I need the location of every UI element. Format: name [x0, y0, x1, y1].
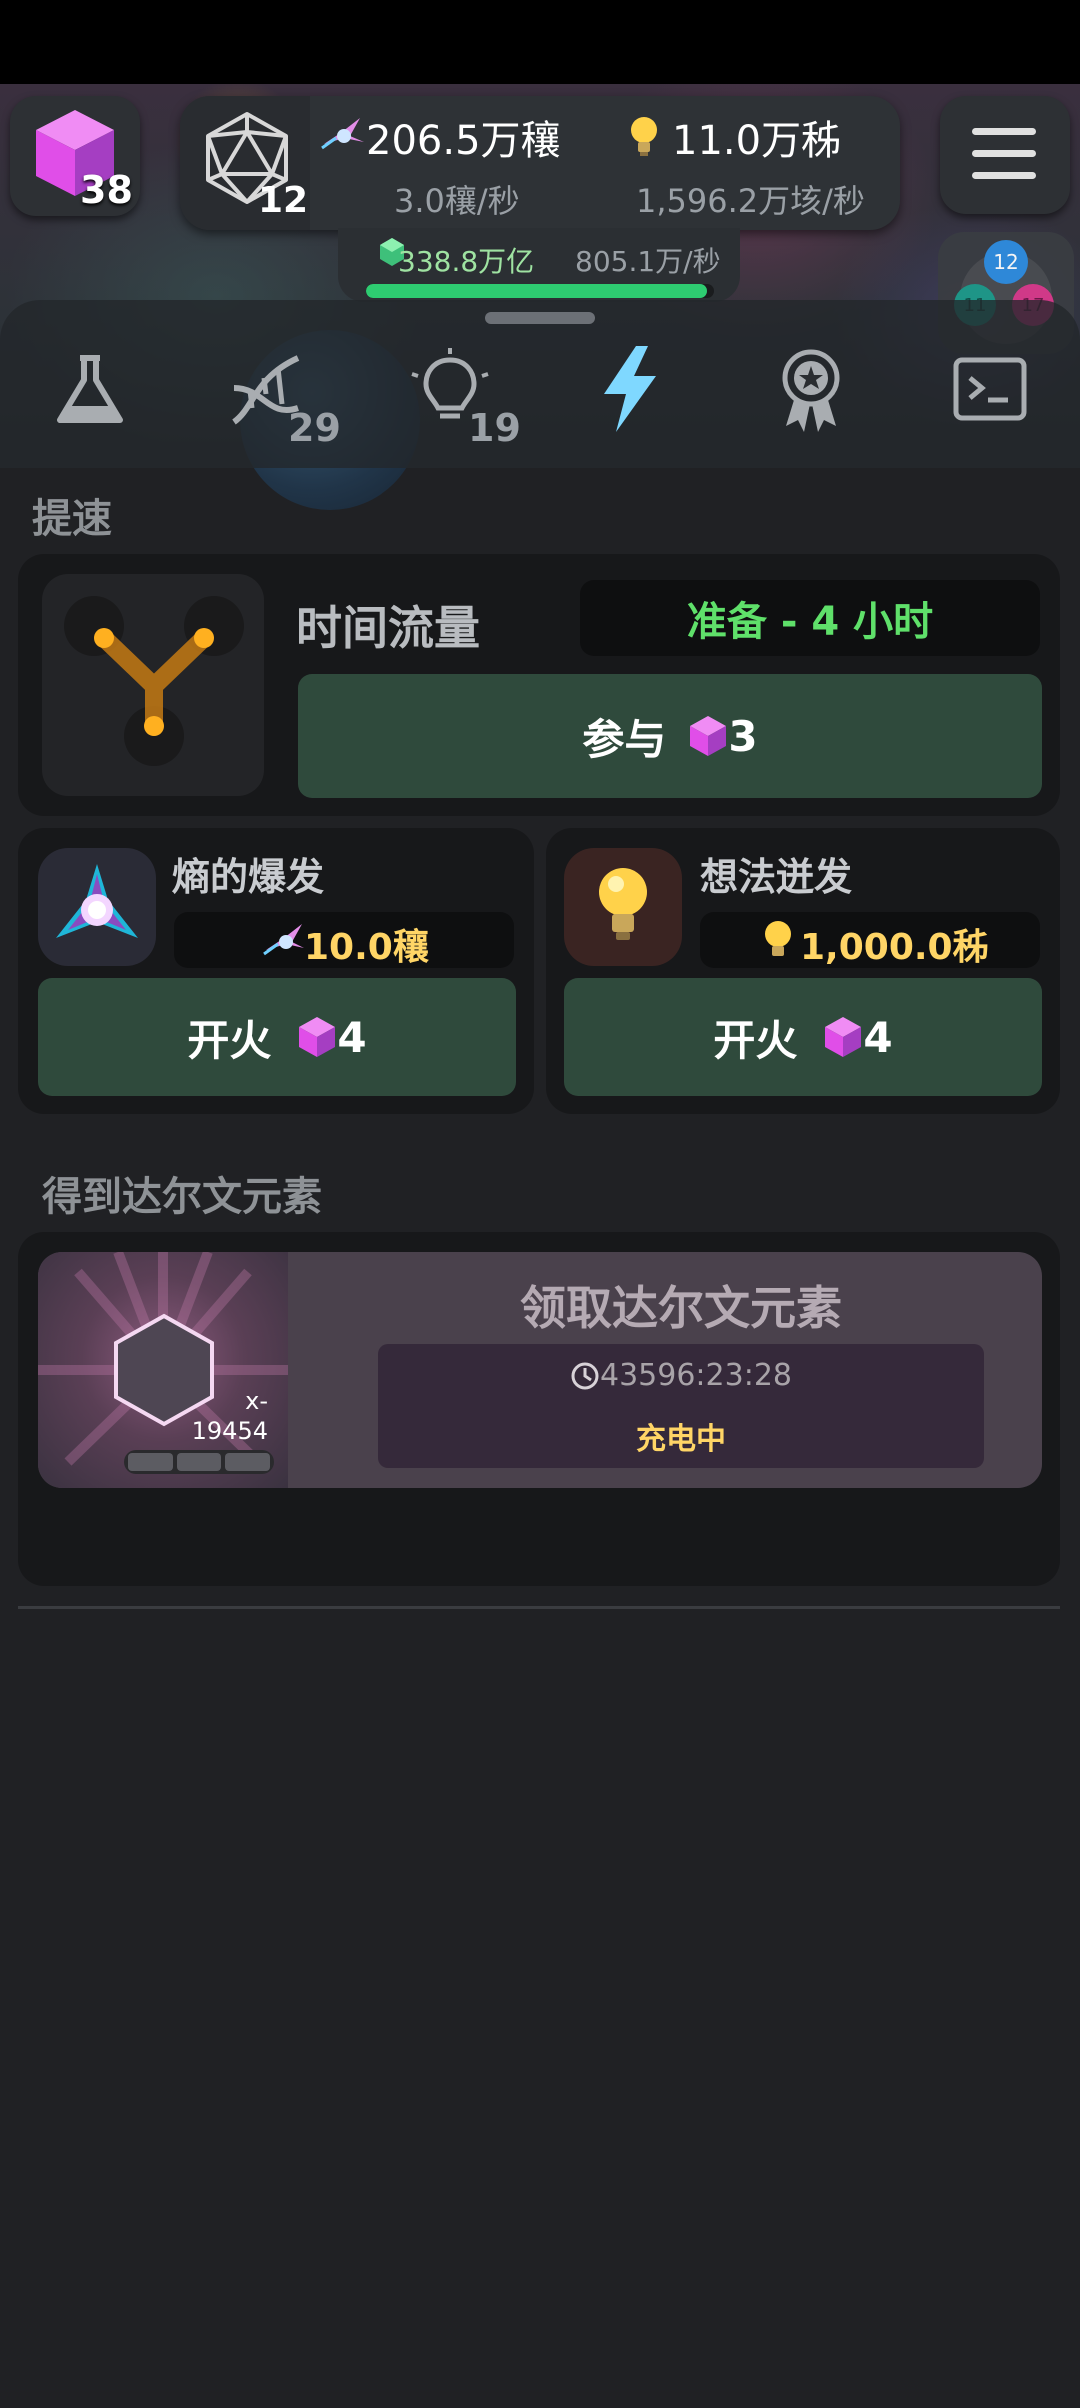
lightbulb-icon — [631, 117, 657, 156]
status-bar — [0, 0, 1080, 84]
idea-burst-amount-pill: 1,000.0秭 — [700, 912, 1040, 968]
join-label: 参与 — [582, 714, 667, 764]
tab-terminal[interactable] — [930, 330, 1050, 460]
gem-count: 38 — [80, 168, 133, 212]
tab-ideas[interactable]: 19 — [390, 330, 521, 460]
gold-progress-fill — [366, 284, 708, 298]
fire-label: 开火 — [713, 1015, 798, 1065]
ideas-amount: 11.0万秭 — [672, 118, 842, 164]
progress-segment — [128, 1453, 173, 1471]
darwin-multiplier: x- 19454 — [191, 1387, 268, 1445]
award-icon — [782, 349, 840, 432]
progress-segment — [176, 1453, 222, 1471]
entropy-burst-fire-button[interactable]: 开火 4 — [38, 978, 516, 1096]
ideas-rate: 1,596.2万垓/秒 — [636, 182, 865, 220]
entropy-icon — [263, 924, 304, 956]
tab-evolution-count: 29 — [288, 406, 341, 450]
divider — [18, 1606, 1060, 1609]
menu-icon — [972, 128, 1036, 135]
fire-cost: 4 — [337, 1012, 367, 1062]
tab-achievements[interactable] — [750, 330, 870, 460]
lightbulb-icon — [765, 921, 791, 956]
entropy-burst-icon — [56, 864, 138, 938]
progress-segment — [225, 1453, 271, 1471]
darwin-status: 充电中 — [636, 1422, 726, 1457]
tab-boost[interactable] — [570, 330, 690, 460]
tab-drawer — [0, 300, 1080, 468]
time-flow-status: 准备 - 4 小时 — [580, 580, 1040, 656]
entropy-icon — [321, 118, 364, 150]
join-cost: 3 — [728, 711, 758, 761]
darwin-claim-title: 领取达尔文元素 — [520, 1281, 842, 1335]
gem-cube-icon — [825, 1017, 862, 1057]
terminal-icon — [953, 357, 1027, 421]
idea-burst-title: 想法迸发 — [700, 855, 853, 899]
menu-button[interactable] — [940, 96, 1070, 214]
darwin-element-art — [38, 1252, 288, 1488]
time-flow-join-button[interactable]: 参与 3 — [298, 674, 1042, 798]
d20-count: 12 — [258, 180, 309, 221]
time-flow-title: 时间流量 — [296, 601, 480, 655]
entropy-burst-amount-pill: 10.0穰 — [174, 912, 514, 968]
flask-icon — [57, 355, 123, 423]
menu-icon-bar — [972, 150, 1036, 157]
idea-burst-icon-box — [564, 848, 682, 966]
section-title-boost: 提速 — [32, 496, 112, 542]
tab-research[interactable] — [30, 330, 150, 460]
gold-amount: 338.8万亿 — [398, 245, 535, 278]
drawer-handle[interactable] — [485, 312, 595, 324]
entropy-burst-amount: 10.0穰 — [304, 927, 429, 968]
entropy-burst-title: 熵的爆发 — [172, 855, 325, 899]
lightbulb-icon — [599, 868, 647, 940]
darwin-timer-row: 43596:23:28 — [378, 1358, 984, 1393]
tab-ideas-count: 19 — [468, 406, 521, 450]
entropy-amount: 206.5万穰 — [366, 118, 561, 164]
fire-cost: 4 — [863, 1012, 893, 1062]
entropy-rate: 3.0穰/秒 — [394, 182, 520, 220]
entropy-burst-icon-box — [38, 848, 156, 966]
section-title-darwin: 得到达尔文元素 — [42, 1174, 322, 1220]
tab-evolution[interactable]: 29 — [210, 330, 341, 460]
menu-icon-bar — [972, 172, 1036, 179]
gem-cube-icon — [690, 716, 727, 756]
time-flow-icon-box — [42, 574, 264, 796]
tri-spinner-icon — [64, 596, 244, 766]
idea-burst-amount: 1,000.0秭 — [800, 927, 989, 968]
element-progress-bar — [124, 1450, 274, 1474]
badge-top-count: 12 — [984, 240, 1028, 284]
idea-burst-fire-button[interactable]: 开火 4 — [564, 978, 1042, 1096]
fire-label: 开火 — [187, 1015, 272, 1065]
lightning-icon — [604, 346, 656, 432]
gem-cube-icon — [299, 1017, 336, 1057]
gold-progress-bar — [366, 284, 714, 298]
gold-rate: 805.1万/秒 — [575, 245, 721, 278]
clock-icon — [571, 1362, 599, 1389]
darwin-timer: 43596:23:28 — [600, 1358, 792, 1393]
